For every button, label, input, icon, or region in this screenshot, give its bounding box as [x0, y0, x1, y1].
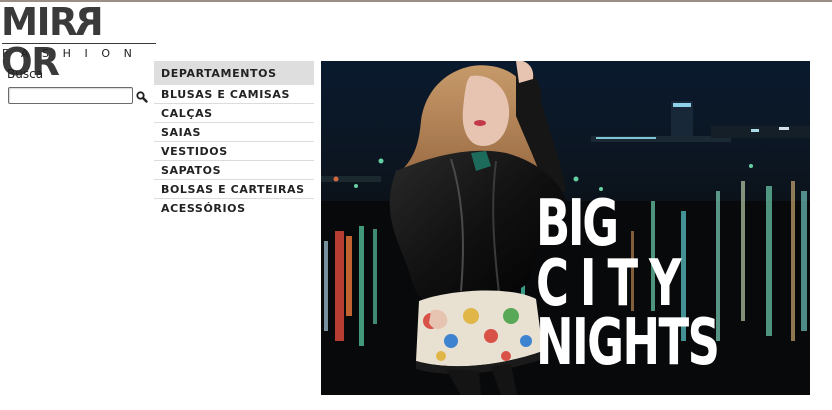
menu-item-acessorios[interactable]: ACESSÓRIOS: [154, 199, 314, 217]
logo-subtitle: FASHION: [2, 47, 146, 60]
brand-logo[interactable]: MIRROR FASHION: [0, 0, 160, 82]
search-input[interactable]: [8, 87, 133, 104]
search-button[interactable]: [135, 89, 149, 103]
menu-item-calcas[interactable]: CALÇAS: [154, 104, 314, 123]
menu-item-saias[interactable]: SAIAS: [154, 123, 314, 142]
department-menu: DEPARTAMENTOS BLUSAS E CAMISAS CALÇAS SA…: [154, 61, 314, 217]
headline-line-3: NIGHTS: [536, 306, 720, 381]
menu-item-sapatos[interactable]: SAPATOS: [154, 161, 314, 180]
banner-headline: BIG CITY NIGHTS: [536, 192, 810, 381]
menu-item-vestidos[interactable]: VESTIDOS: [154, 142, 314, 161]
logo-divider: [2, 43, 156, 44]
menu-heading: DEPARTAMENTOS: [154, 61, 314, 85]
hero-banner[interactable]: BIG CITY NIGHTS: [321, 61, 810, 395]
magnifier-icon: [136, 91, 148, 103]
menu-item-bolsas-carteiras[interactable]: BOLSAS E CARTEIRAS: [154, 180, 314, 199]
search-label: Busca: [7, 67, 44, 81]
menu-item-blusas-camisas[interactable]: BLUSAS E CAMISAS: [154, 85, 314, 104]
